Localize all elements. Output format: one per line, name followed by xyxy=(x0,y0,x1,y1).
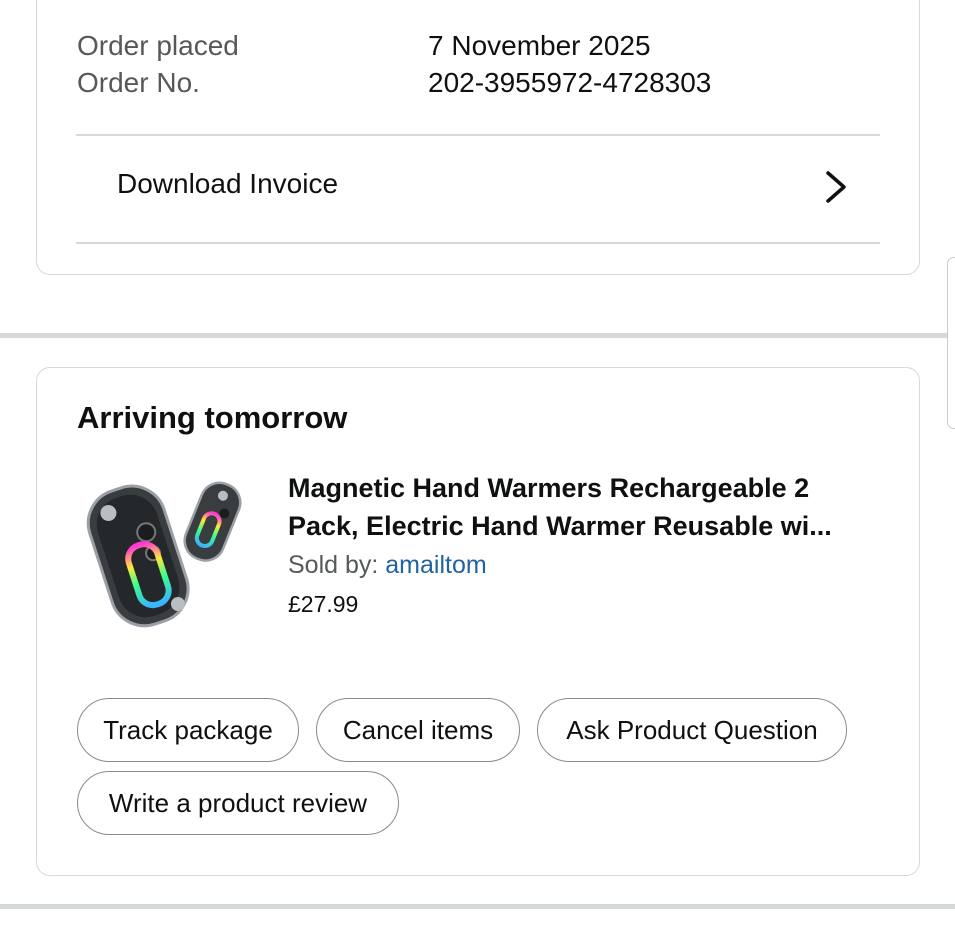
write-review-button[interactable]: Write a product review xyxy=(77,771,399,835)
track-package-button[interactable]: Track package xyxy=(77,698,299,762)
section-divider xyxy=(0,904,955,909)
sold-by-label: Sold by: xyxy=(288,551,386,579)
product-price: £27.99 xyxy=(288,591,359,617)
cancel-items-button[interactable]: Cancel items xyxy=(316,698,520,762)
shipment-status-title: Arriving tomorrow xyxy=(77,400,348,435)
sold-by: Sold by: amailtom xyxy=(288,551,487,580)
order-placed-label: Order placed xyxy=(77,30,239,61)
divider xyxy=(76,242,880,244)
download-invoice-label: Download Invoice xyxy=(117,168,339,199)
chevron-right-icon xyxy=(826,171,846,203)
download-invoice-row[interactable]: Download Invoice xyxy=(76,135,880,241)
section-divider xyxy=(0,333,955,338)
order-placed-value: 7 November 2025 xyxy=(428,30,651,61)
scroll-handle[interactable] xyxy=(947,257,955,429)
shipment-card: Arriving tomorrow Magnetic Hand Warmers … xyxy=(36,367,920,876)
product-image[interactable] xyxy=(81,475,251,635)
ask-product-question-button[interactable]: Ask Product Question xyxy=(537,698,847,762)
product-title-line: Magnetic Hand Warmers Rechargeable 2 xyxy=(288,473,810,503)
seller-link[interactable]: amailtom xyxy=(385,551,486,579)
product-title-line: Pack, Electric Hand Warmer Reusable wi..… xyxy=(288,511,832,541)
order-summary-card: Order placed 7 November 2025 Order No. 2… xyxy=(36,0,920,275)
product-title-link[interactable]: Magnetic Hand Warmers Rechargeable 2 Pac… xyxy=(288,469,888,545)
order-number-value: 202-3955972-4728303 xyxy=(428,67,712,98)
order-number-label: Order No. xyxy=(77,67,200,98)
